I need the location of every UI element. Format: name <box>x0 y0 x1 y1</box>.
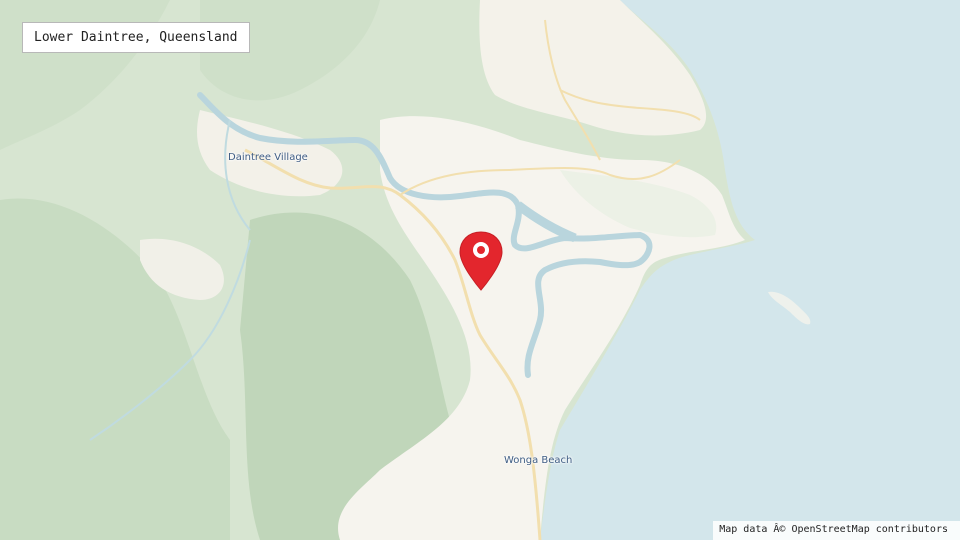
place-label-daintree-village: Daintree Village <box>228 152 308 163</box>
map-canvas[interactable]: Lower Daintree, Queensland Daintree Vill… <box>0 0 960 540</box>
map-pin-icon[interactable] <box>456 228 506 294</box>
map-attribution[interactable]: Map data Â© OpenStreetMap contributors <box>713 521 960 540</box>
place-label-wonga-beach: Wonga Beach <box>504 455 573 466</box>
map-title: Lower Daintree, Queensland <box>22 22 250 53</box>
